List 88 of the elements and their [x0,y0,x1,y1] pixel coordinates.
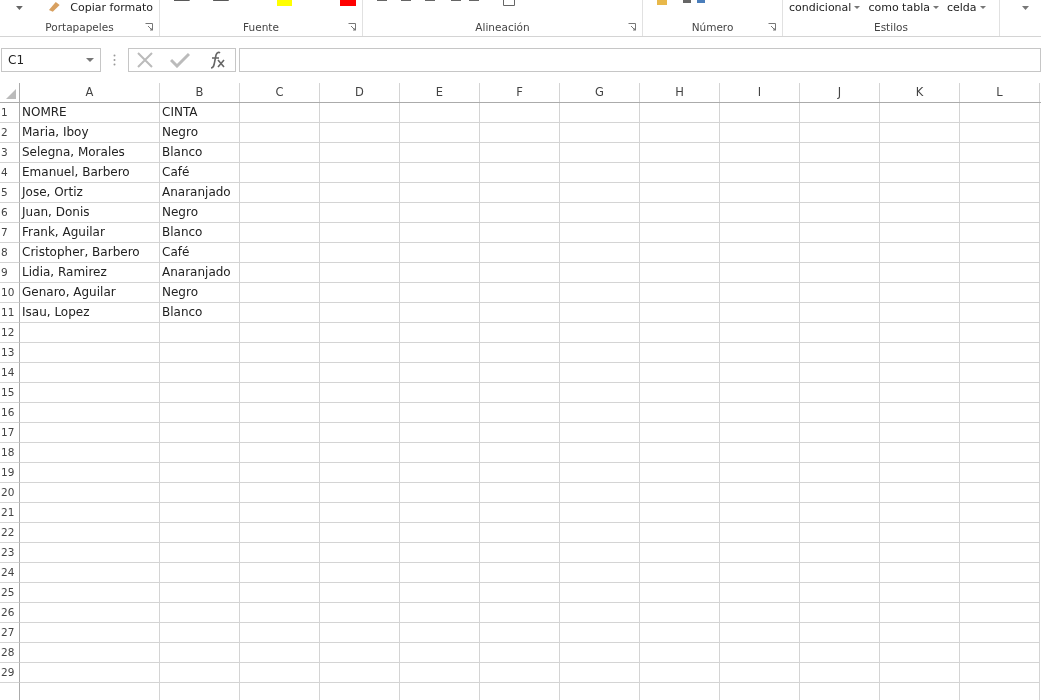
column-header[interactable]: A [20,83,160,102]
table-cell[interactable]: Maria, Iboy [20,123,160,143]
cancel-icon[interactable] [137,52,154,68]
table-cell[interactable]: Café [160,163,240,183]
row-header[interactable]: 27 [0,623,20,643]
row-header[interactable]: 25 [0,583,20,603]
name-box[interactable]: C1 [1,48,101,72]
dialog-launcher-icon[interactable] [628,23,636,31]
row-header[interactable]: 18 [0,443,20,463]
style-dropdown[interactable]: celda [946,0,977,15]
group-label: Fuente [243,20,279,33]
column-header[interactable]: G [560,83,640,102]
select-all-icon[interactable] [6,89,16,99]
column-header[interactable]: B [160,83,240,102]
group-label: Alineación [475,20,530,33]
group-label: Estilos [874,20,908,33]
row-header[interactable]: 16 [0,403,20,423]
group-label: Número [691,20,734,33]
row-header[interactable]: 29 [0,663,20,683]
font-color-icon[interactable] [340,0,356,6]
row-header[interactable]: 2 [0,123,20,143]
table-cell[interactable]: Negro [160,123,240,143]
row-header[interactable]: 17 [0,423,20,443]
row-header[interactable]: 26 [0,603,20,623]
row-header[interactable]: 11 [0,303,20,323]
column-header[interactable]: C [240,83,320,102]
caret-icon[interactable] [979,6,986,9]
row-header[interactable]: 14 [0,363,20,383]
drag-handle-icon[interactable] [113,54,116,66]
table-cell[interactable]: Blanco [160,143,240,163]
row-header[interactable]: 21 [0,503,20,523]
column-header[interactable]: I [720,83,800,102]
dialog-launcher-icon[interactable] [145,23,153,31]
format-painter-button[interactable]: Copiar formato [70,0,153,15]
table-cell[interactable]: Emanuel, Barbero [20,163,160,183]
row-header[interactable]: 19 [0,463,20,483]
row-header[interactable]: 12 [0,323,20,343]
row-header[interactable]: 5 [0,183,20,203]
table-cell[interactable]: Juan, Donis [20,203,160,223]
table-cell[interactable]: Negro [160,283,240,303]
row-header[interactable]: 20 [0,483,20,503]
table-cell[interactable]: Blanco [160,223,240,243]
row-header[interactable]: 28 [0,643,20,663]
row-header[interactable]: 4 [0,163,20,183]
row-header[interactable]: 7 [0,223,20,243]
dialog-launcher-icon[interactable] [348,23,356,31]
column-header[interactable]: K [880,83,960,102]
highlight-color-icon[interactable] [276,0,293,6]
group-label: Portapapeles [45,20,114,33]
check-icon[interactable] [170,52,190,68]
style-dropdown[interactable]: como tabla [868,0,930,15]
row-header[interactable]: 9 [0,263,20,283]
column-header[interactable]: D [320,83,400,102]
table-cell[interactable]: Café [160,243,240,263]
table-cell[interactable]: Anaranjado [160,263,240,283]
row-header[interactable]: 24 [0,563,20,583]
row-header[interactable]: 6 [0,203,20,223]
caret-icon[interactable] [1022,6,1029,10]
dialog-launcher-icon[interactable] [768,23,776,31]
table-cell[interactable]: Cristopher, Barbero [20,243,160,263]
table-cell[interactable]: Anaranjado [160,183,240,203]
table-cell[interactable]: Blanco [160,303,240,323]
row-header[interactable]: 23 [0,543,20,563]
column-header[interactable]: L [960,83,1040,102]
caret-icon[interactable] [16,6,23,10]
caret-icon[interactable] [932,6,939,9]
row-header[interactable]: 13 [0,343,20,363]
row-header[interactable]: 15 [0,383,20,403]
table-cell[interactable]: Lidia, Ramirez [20,263,160,283]
column-header[interactable]: J [800,83,880,102]
table-cell[interactable]: CINTA [160,103,240,123]
row-header[interactable]: 8 [0,243,20,263]
style-dropdown[interactable]: condicional [789,0,852,15]
caret-icon[interactable] [854,6,861,9]
table-cell[interactable]: NOMRE [20,103,160,123]
column-header[interactable]: E [400,83,480,102]
row-header[interactable]: 10 [0,283,20,303]
table-cell[interactable]: Negro [160,203,240,223]
row-header[interactable]: 22 [0,523,20,543]
table-cell[interactable]: Isau, Lopez [20,303,160,323]
column-header[interactable]: H [640,83,720,102]
table-cell[interactable]: Jose, Ortiz [20,183,160,203]
table-cell[interactable]: Genaro, Aguilar [20,283,160,303]
row-header[interactable]: 3 [0,143,20,163]
table-cell[interactable]: Selegna, Morales [20,143,160,163]
row-header[interactable]: 1 [0,103,20,123]
column-header[interactable]: F [480,83,560,102]
table-cell[interactable]: Frank, Aguilar [20,223,160,243]
